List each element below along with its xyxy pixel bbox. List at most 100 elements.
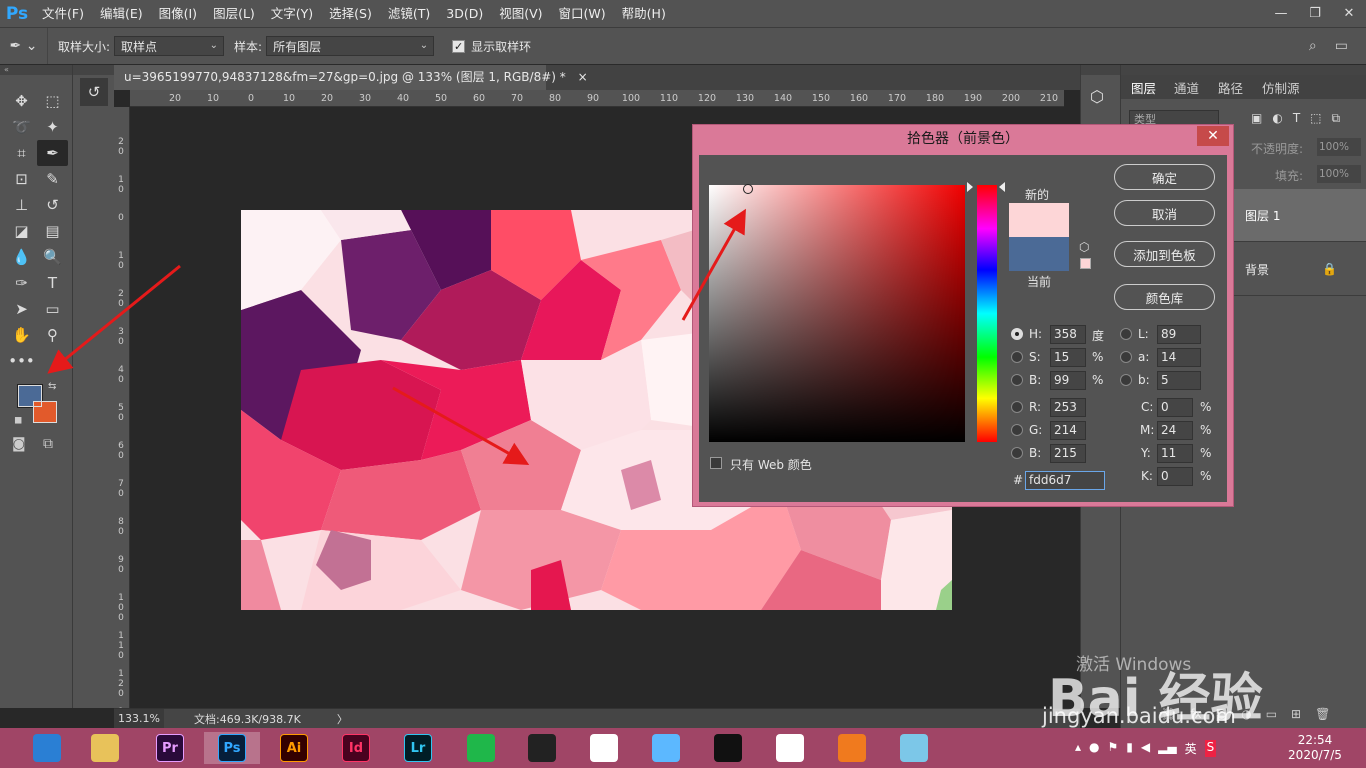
- restore-button[interactable]: ❐: [1298, 0, 1332, 27]
- taskbar-app-qq[interactable]: [708, 732, 748, 764]
- qq-tray-icon[interactable]: ●: [1089, 740, 1099, 757]
- web-safe-swatch[interactable]: [1080, 258, 1091, 269]
- gradient-tool-icon[interactable]: ▤: [37, 218, 68, 244]
- show-ring-checkbox[interactable]: ✓: [452, 39, 466, 53]
- lasso-tool-icon[interactable]: ➰: [6, 114, 37, 140]
- red-input[interactable]: 253: [1050, 398, 1086, 417]
- menu-item[interactable]: 选择(S): [321, 0, 380, 27]
- search-icon[interactable]: ⌕: [1309, 38, 1317, 54]
- black-input[interactable]: 0: [1157, 467, 1193, 486]
- web-colors-checkbox[interactable]: [710, 457, 722, 469]
- taskbar-app-browser-360[interactable]: [27, 732, 67, 764]
- close-icon[interactable]: ✕: [1197, 126, 1229, 146]
- brush-tool-icon[interactable]: ✎: [37, 166, 68, 192]
- brightness-input[interactable]: 99: [1050, 371, 1086, 390]
- stamp-tool-icon[interactable]: ⊥: [6, 192, 37, 218]
- yellow-input[interactable]: 11: [1157, 444, 1193, 463]
- cyan-input[interactable]: 0: [1157, 398, 1193, 417]
- taskbar-app-premiere[interactable]: Pr: [150, 732, 190, 764]
- taskbar-app-file-explorer[interactable]: [85, 732, 125, 764]
- hue-input[interactable]: 358: [1050, 325, 1086, 344]
- menu-item[interactable]: 帮助(H): [614, 0, 674, 27]
- hand-tool-icon[interactable]: ✋: [6, 322, 37, 348]
- taskbar-app-red-green-app[interactable]: [584, 732, 624, 764]
- smart-filter-icon[interactable]: ⧉: [1332, 111, 1341, 126]
- red-radio[interactable]: [1011, 401, 1023, 413]
- menu-item[interactable]: 文字(Y): [263, 0, 321, 27]
- fill-input[interactable]: 100%: [1317, 165, 1361, 183]
- type-tool-icon[interactable]: T: [37, 270, 68, 296]
- lab-l-radio[interactable]: [1120, 328, 1132, 340]
- path-selection-tool-icon[interactable]: ➤: [6, 296, 37, 322]
- screen-mode-icon[interactable]: ⧉: [43, 436, 53, 452]
- hex-input[interactable]: fdd6d7: [1025, 471, 1105, 490]
- hue-slider-handle-left[interactable]: [967, 182, 973, 192]
- magic-wand-tool-icon[interactable]: ✦: [37, 114, 68, 140]
- menu-item[interactable]: 视图(V): [491, 0, 550, 27]
- tab-channels[interactable]: 通道: [1174, 78, 1199, 97]
- brightness-radio[interactable]: [1011, 374, 1023, 386]
- volume-icon[interactable]: ◀: [1141, 740, 1150, 757]
- lab-l-input[interactable]: 89: [1157, 325, 1201, 344]
- sample-size-select[interactable]: 取样点 ⌄: [114, 36, 225, 56]
- taskbar-app-notes-app[interactable]: [894, 732, 934, 764]
- move-tool-icon[interactable]: ✥: [6, 88, 37, 114]
- rectangle-tool-icon[interactable]: ▭: [37, 296, 68, 322]
- pen-tool-icon[interactable]: ✑: [6, 270, 37, 296]
- menu-item[interactable]: 文件(F): [34, 0, 92, 27]
- type-filter-icon[interactable]: T: [1293, 111, 1300, 126]
- taskbar-app-chrome[interactable]: [770, 732, 810, 764]
- crop-tool-icon[interactable]: ⌗: [6, 140, 37, 166]
- status-menu-arrow[interactable]: 〉: [337, 711, 348, 727]
- color-libraries-button[interactable]: 颜色库: [1114, 284, 1215, 310]
- eraser-tool-icon[interactable]: ◪: [6, 218, 37, 244]
- layer-name[interactable]: 图层 1: [1245, 207, 1280, 224]
- taskbar-app-indesign[interactable]: Id: [336, 732, 376, 764]
- taskbar-app-video-editor[interactable]: [522, 732, 562, 764]
- eyedropper-preset-icon[interactable]: ✒︎ ⌄: [0, 28, 48, 64]
- sogou-icon[interactable]: S: [1204, 740, 1217, 757]
- lab-a-input[interactable]: 14: [1157, 348, 1201, 367]
- add-to-swatches-button[interactable]: 添加到色板: [1114, 241, 1215, 267]
- shape-filter-icon[interactable]: ⬚: [1310, 111, 1321, 126]
- 3d-cube-icon[interactable]: ⬡: [1090, 87, 1114, 111]
- menu-item[interactable]: 3D(D): [438, 0, 491, 27]
- current-color-swatch[interactable]: [1009, 237, 1069, 271]
- out-of-gamut-cube-icon[interactable]: ⬡: [1079, 240, 1089, 254]
- taskbar-app-green-app[interactable]: [461, 732, 501, 764]
- menu-item[interactable]: 窗口(W): [551, 0, 614, 27]
- blur-tool-icon[interactable]: 💧: [6, 244, 37, 270]
- history-brush-tool-icon[interactable]: ↺: [37, 192, 68, 218]
- menu-item[interactable]: 图层(L): [205, 0, 263, 27]
- ime-indicator[interactable]: 英: [1185, 740, 1197, 757]
- clock[interactable]: 22:54 2020/7/5: [1285, 733, 1345, 763]
- workspace-icon[interactable]: ▭: [1335, 38, 1348, 54]
- zoom-level[interactable]: 133.1%: [114, 709, 164, 728]
- marquee-tool-icon[interactable]: ⬚: [37, 88, 68, 114]
- tab-clone-source[interactable]: 仿制源: [1262, 78, 1300, 97]
- layer-name[interactable]: 背景: [1245, 261, 1269, 278]
- saturation-radio[interactable]: [1011, 351, 1023, 363]
- adjust-filter-icon[interactable]: ◐: [1272, 111, 1282, 126]
- menu-item[interactable]: 图像(I): [151, 0, 205, 27]
- close-button[interactable]: ✕: [1332, 0, 1366, 27]
- blue-radio[interactable]: [1011, 447, 1023, 459]
- tab-paths[interactable]: 路径: [1218, 78, 1243, 97]
- green-radio[interactable]: [1011, 424, 1023, 436]
- magenta-input[interactable]: 24: [1157, 421, 1193, 440]
- menu-item[interactable]: 滤镜(T): [380, 0, 438, 27]
- hue-radio[interactable]: [1011, 328, 1023, 340]
- minimize-button[interactable]: —: [1264, 0, 1298, 27]
- close-tab-icon[interactable]: ×: [578, 70, 588, 84]
- dodge-tool-icon[interactable]: 🔍: [37, 244, 68, 270]
- cancel-button[interactable]: 取消: [1114, 200, 1215, 226]
- eyedropper-tool-icon[interactable]: ✒︎: [37, 140, 68, 166]
- blue-input[interactable]: 215: [1050, 444, 1086, 463]
- lab-b-radio[interactable]: [1120, 374, 1132, 386]
- history-panel-icon[interactable]: ↺: [80, 78, 108, 106]
- taskbar-app-illustrator[interactable]: Ai: [274, 732, 314, 764]
- signal-icon[interactable]: ▂▄: [1158, 740, 1176, 757]
- lab-b-input[interactable]: 5: [1157, 371, 1201, 390]
- sample-select[interactable]: 所有图层 ⌄: [266, 36, 435, 56]
- menu-item[interactable]: 编辑(E): [92, 0, 151, 27]
